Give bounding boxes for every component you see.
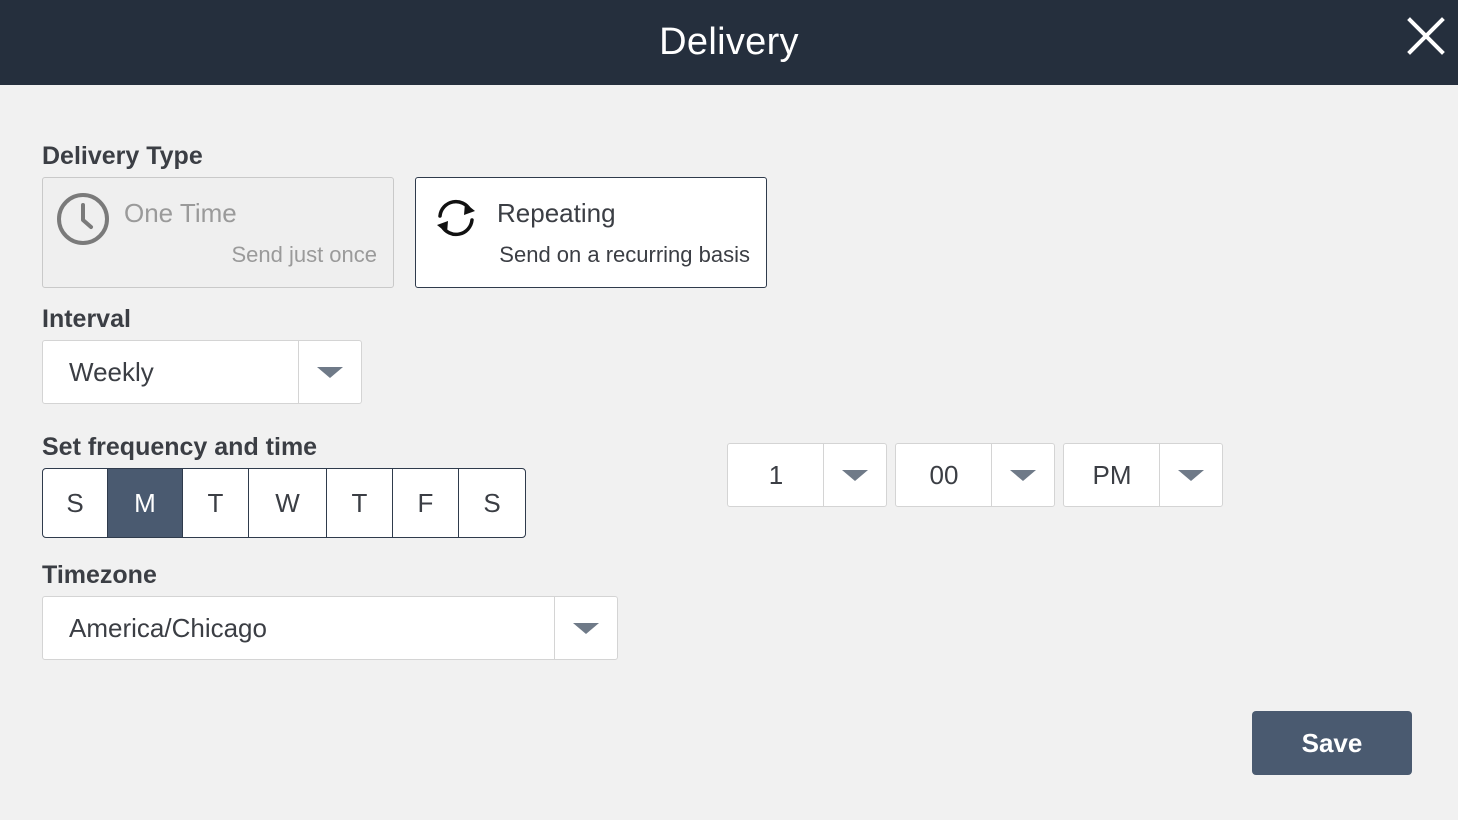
ampm-select[interactable]: PM [1063,443,1223,507]
day-wednesday[interactable]: W [249,469,327,537]
minute-select[interactable]: 00 [895,443,1055,507]
repeating-title: Repeating [497,198,616,228]
hour-dropdown-toggle[interactable] [823,444,886,506]
one-time-subtitle: Send just once [231,242,377,267]
one-time-title: One Time [124,198,237,228]
interval-value: Weekly [69,357,154,387]
interval-dropdown-toggle[interactable] [298,341,361,403]
timezone-dropdown-toggle[interactable] [554,597,617,659]
day-saturday[interactable]: S [459,469,525,537]
chevron-down-icon [317,366,343,378]
chevron-down-icon [573,622,599,634]
timezone-value: America/Chicago [69,613,267,643]
day-monday[interactable]: M [108,469,183,537]
hour-value: 1 [768,460,784,490]
delivery-type-repeating[interactable]: Repeating Send on a recurring basis [415,177,767,288]
chevron-down-icon [1178,469,1204,481]
timezone-select[interactable]: America/Chicago [42,596,618,660]
minute-value: 00 [929,460,959,490]
ampm-dropdown-toggle[interactable] [1159,444,1222,506]
chevron-down-icon [842,469,868,481]
repeating-subtitle: Send on a recurring basis [499,242,750,267]
interval-select[interactable]: Weekly [42,340,362,404]
dialog-header: Delivery [0,0,1458,85]
close-button[interactable] [1406,14,1446,58]
day-tuesday[interactable]: T [183,469,249,537]
dialog-title: Delivery [659,21,799,63]
refresh-icon [437,199,475,237]
hour-select[interactable]: 1 [727,443,887,507]
clock-icon [57,193,109,245]
day-friday[interactable]: F [393,469,459,537]
day-picker: S M T W T F S [42,468,526,538]
day-thursday[interactable]: T [327,469,393,537]
close-icon [1407,17,1445,55]
save-button[interactable]: Save [1252,711,1412,775]
frequency-label: Set frequency and time [42,433,318,461]
interval-label: Interval [42,305,131,333]
timezone-label: Timezone [42,561,157,589]
day-sunday[interactable]: S [43,469,108,537]
ampm-value: PM [1092,460,1132,490]
minute-dropdown-toggle[interactable] [991,444,1054,506]
chevron-down-icon [1010,469,1036,481]
delivery-type-one-time[interactable]: One Time Send just once [42,177,394,288]
delivery-type-label: Delivery Type [42,142,203,170]
